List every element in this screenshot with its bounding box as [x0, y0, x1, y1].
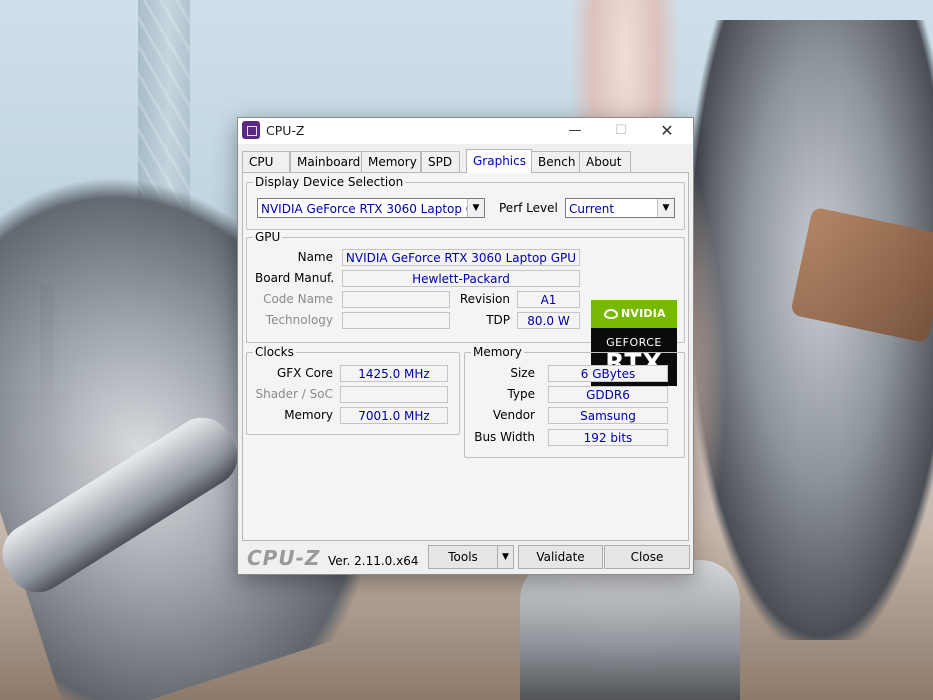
chevron-down-icon: ▼ — [657, 199, 674, 217]
tab-cpu[interactable]: CPU — [242, 151, 290, 172]
clock-memory-label: Memory — [284, 408, 333, 422]
tab-graphics[interactable]: Graphics — [466, 149, 532, 173]
minimize-button[interactable]: — — [552, 118, 598, 144]
tdp-value: 80.0 W — [517, 312, 580, 329]
nvidia-banner: NVIDIA — [591, 300, 677, 328]
mem-vendor-label: Vendor — [492, 408, 535, 422]
title-bar[interactable]: CPU-Z — ☐ ✕ — [238, 118, 693, 144]
mem-type-value: GDDR6 — [548, 386, 668, 403]
bus-width-label: Bus Width — [474, 430, 535, 444]
tools-button[interactable]: Tools — [428, 545, 498, 569]
chevron-down-icon: ▼ — [467, 199, 484, 217]
display-device-group-title: Display Device Selection — [253, 175, 406, 189]
board-manuf-value: Hewlett-Packard — [342, 270, 580, 287]
window-title: CPU-Z — [266, 123, 305, 138]
cpuz-app-icon — [242, 121, 260, 139]
display-device-select[interactable]: NVIDIA GeForce RTX 3060 Laptop GPU ▼ — [257, 198, 485, 218]
cpuz-brand-logo: CPU-Z — [247, 546, 321, 570]
mem-size-label: Size — [510, 366, 535, 380]
display-device-group: Display Device Selection NVIDIA GeForce … — [246, 175, 685, 230]
clock-memory-value: 7001.0 MHz — [340, 407, 448, 424]
mem-vendor-value: Samsung — [548, 407, 668, 424]
chevron-down-icon: ▼ — [502, 552, 509, 562]
revision-label: Revision — [459, 292, 510, 306]
tdp-label: TDP — [486, 313, 510, 327]
perf-level-selected: Current — [569, 202, 615, 216]
display-device-selected: NVIDIA GeForce RTX 3060 Laptop GPU — [261, 202, 485, 216]
nvidia-brand-text: NVIDIA — [621, 307, 666, 320]
tab-about[interactable]: About — [579, 151, 631, 172]
graphics-panel: Display Device Selection NVIDIA GeForce … — [242, 172, 689, 541]
close-button[interactable]: Close — [604, 545, 690, 569]
technology-label: Technology — [265, 313, 333, 327]
perf-level-select[interactable]: Current ▼ — [565, 198, 675, 218]
nvidia-eye-icon — [604, 309, 618, 319]
revision-value: A1 — [517, 291, 580, 308]
gpu-group-title: GPU — [253, 230, 283, 244]
technology-value — [342, 312, 450, 329]
board-manuf-label: Board Manuf. — [255, 271, 335, 285]
bus-width-value: 192 bits — [548, 429, 668, 446]
mem-size-value: 6 GBytes — [548, 365, 668, 382]
version-text: Ver. 2.11.0.x64 — [328, 554, 419, 568]
tools-dropdown-button[interactable]: ▼ — [497, 545, 514, 569]
gpu-name-label: Name — [297, 250, 333, 264]
clocks-group: Clocks GFX Core 1425.0 MHz Shader / SoC … — [246, 345, 460, 435]
tab-mainboard[interactable]: Mainboard — [290, 151, 366, 172]
code-name-value — [342, 291, 450, 308]
memory-group-title: Memory — [471, 345, 524, 359]
tab-bench[interactable]: Bench — [531, 151, 581, 172]
close-window-button[interactable]: ✕ — [644, 118, 690, 144]
perf-level-label: Perf Level — [499, 201, 558, 215]
code-name-label: Code Name — [263, 292, 333, 306]
maximize-button[interactable]: ☐ — [598, 118, 644, 144]
memory-group: Memory Size 6 GBytes Type GDDR6 Vendor S… — [464, 345, 685, 458]
shader-soc-label: Shader / SoC — [255, 387, 333, 401]
shader-soc-value — [340, 386, 448, 403]
wallpaper-armor — [520, 560, 740, 700]
mem-type-label: Type — [507, 387, 535, 401]
tab-spd[interactable]: SPD — [421, 151, 460, 172]
clocks-group-title: Clocks — [253, 345, 296, 359]
gfx-core-label: GFX Core — [276, 366, 333, 380]
validate-button[interactable]: Validate — [518, 545, 603, 569]
gpu-name-value: NVIDIA GeForce RTX 3060 Laptop GPU — [342, 249, 580, 266]
tab-memory[interactable]: Memory — [361, 151, 421, 172]
gfx-core-value: 1425.0 MHz — [340, 365, 448, 382]
cpuz-window: CPU-Z — ☐ ✕ CPU Mainboard Memory SPD Gra… — [237, 117, 694, 575]
